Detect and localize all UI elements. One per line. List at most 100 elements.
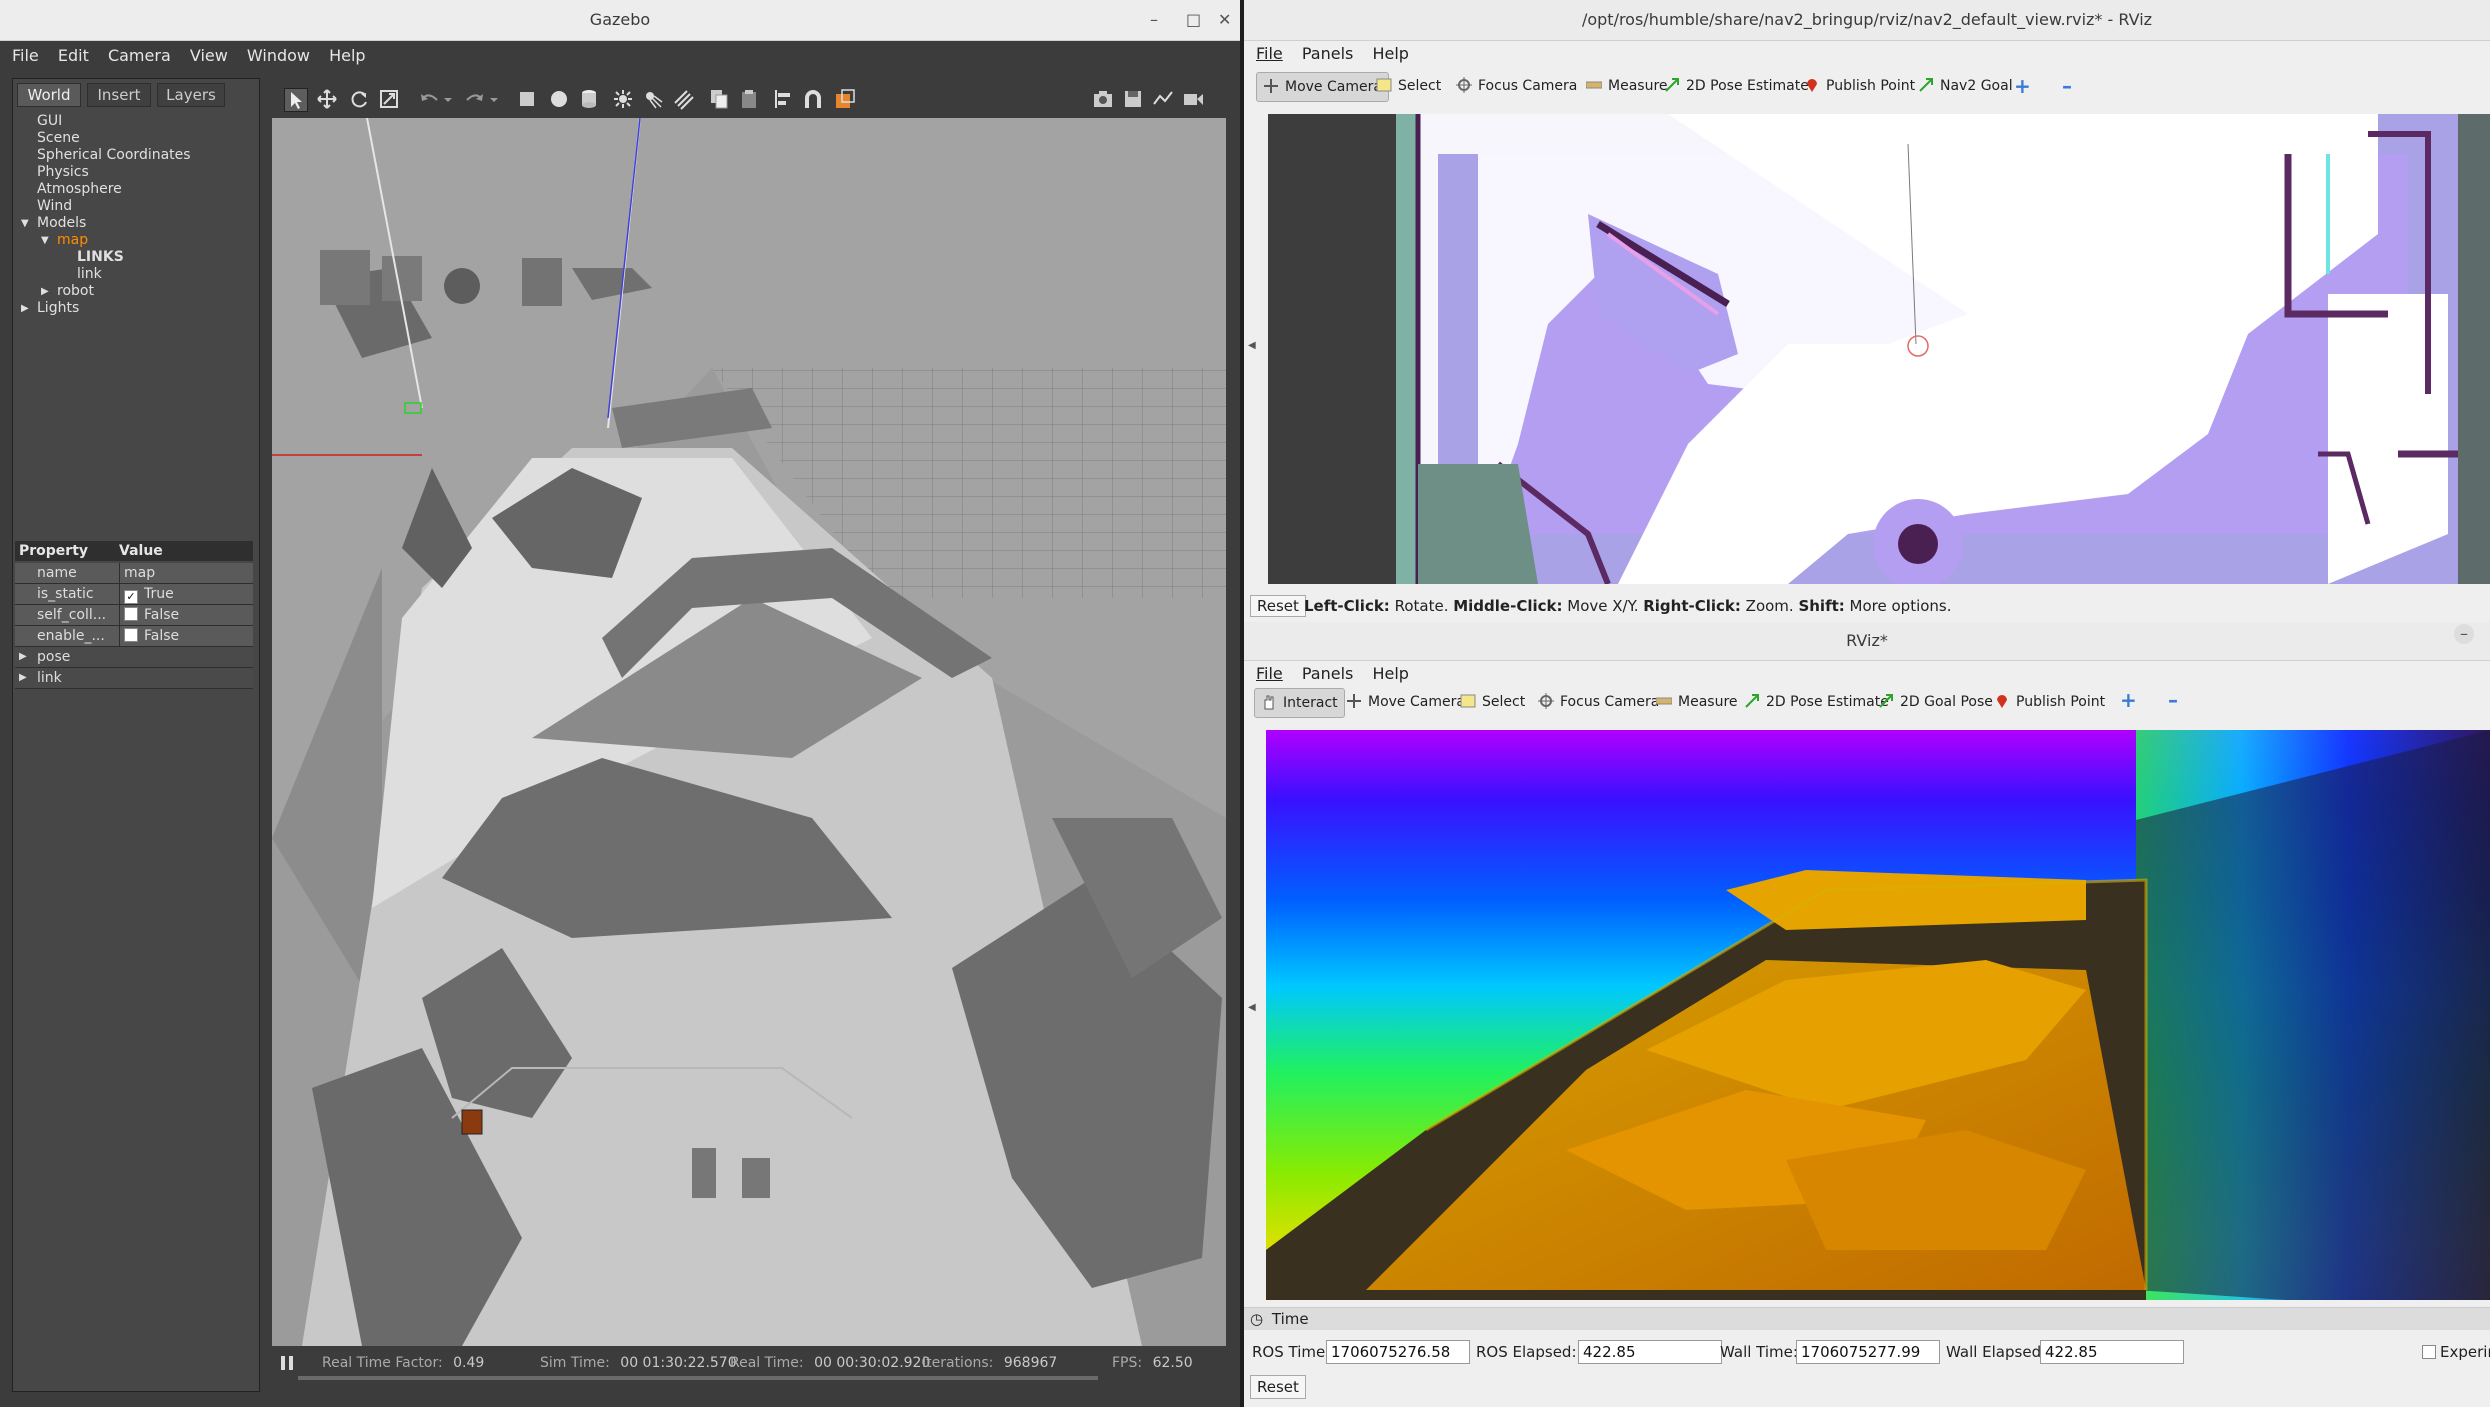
maximize-button[interactable]: □	[1186, 0, 1201, 40]
tree-item-links[interactable]: LINKS	[13, 249, 253, 266]
directional-light-icon[interactable]	[672, 88, 694, 110]
tree-item-link[interactable]: link	[13, 266, 253, 283]
copy-icon[interactable]	[708, 88, 730, 110]
property-value[interactable]: ✓ True	[119, 584, 174, 604]
expand-arrow-icon[interactable]: ▼	[21, 215, 29, 232]
tool-focus-camera[interactable]: Focus Camera	[1450, 72, 1583, 100]
collapse-left-arrow[interactable]: ◀	[1248, 340, 1256, 351]
remove-tool-icon[interactable]: –	[2168, 688, 2178, 712]
tool-select[interactable]: Select	[1370, 72, 1447, 100]
checkbox[interactable]	[124, 607, 138, 621]
property-value[interactable]: False	[119, 626, 179, 646]
tab-world[interactable]: World	[17, 83, 81, 107]
timeline-scrollbar[interactable]	[298, 1376, 1098, 1380]
translate-mode-icon[interactable]	[316, 88, 338, 110]
collapse-arrow-icon[interactable]: ▶	[41, 283, 49, 300]
property-row[interactable]: ▶ link	[15, 668, 253, 689]
property-value[interactable]: map	[119, 563, 155, 583]
add-tool-icon[interactable]: +	[2014, 74, 2031, 98]
minimize-button[interactable]: –	[2454, 624, 2474, 644]
add-tool-icon[interactable]: +	[2120, 688, 2137, 712]
tool-2d-goal-pose[interactable]: 2D Goal Pose	[1872, 688, 1999, 716]
collapse-arrow-icon[interactable]: ▶	[21, 300, 29, 317]
property-value[interactable]: False	[119, 605, 179, 625]
spot-light-icon[interactable]	[642, 88, 664, 110]
change-view-icon[interactable]	[834, 88, 856, 110]
menu-window[interactable]: Window	[247, 41, 310, 71]
menu-view[interactable]: View	[190, 41, 228, 71]
tree-item-scene[interactable]: Scene	[13, 130, 253, 147]
menu-file[interactable]: File	[1256, 40, 1283, 68]
video-record-icon[interactable]	[1182, 88, 1204, 110]
cylinder-shape-icon[interactable]	[578, 88, 600, 110]
tool-measure[interactable]: Measure	[1650, 688, 1744, 716]
gazebo-3d-scene[interactable]	[272, 117, 1226, 1346]
menu-file[interactable]: File	[12, 41, 39, 71]
screenshot-icon[interactable]	[1092, 88, 1114, 110]
plot-icon[interactable]	[1152, 88, 1174, 110]
scale-mode-icon[interactable]	[378, 88, 400, 110]
tab-insert[interactable]: Insert	[87, 83, 151, 107]
menu-edit[interactable]: Edit	[58, 41, 89, 71]
tree-item-gui[interactable]: GUI	[13, 113, 253, 130]
tab-layers[interactable]: Layers	[157, 83, 225, 107]
snap-icon[interactable]	[802, 88, 824, 110]
tree-item-lights[interactable]: ▶ Lights	[13, 300, 253, 317]
tool-interact[interactable]: Interact	[1254, 688, 1345, 718]
tool-focus-camera[interactable]: Focus Camera	[1532, 688, 1665, 716]
menu-camera[interactable]: Camera	[108, 41, 171, 71]
property-row[interactable]: name map	[15, 563, 253, 584]
tool-move-camera[interactable]: Move Camera	[1256, 72, 1389, 102]
rviz-pointcloud-3d-view[interactable]	[1266, 730, 2490, 1300]
remove-tool-icon[interactable]: –	[2062, 74, 2072, 98]
property-row[interactable]: self_coll... False	[15, 605, 253, 626]
tool-publish-point[interactable]: Publish Point	[1798, 72, 1921, 100]
menu-help[interactable]: Help	[1372, 40, 1408, 68]
minimize-button[interactable]: –	[1150, 0, 1158, 40]
wall-elapsed-field[interactable]: 422.85	[2040, 1340, 2184, 1364]
tree-item-models[interactable]: ▼ Models	[13, 215, 253, 232]
pause-button[interactable]	[278, 1354, 296, 1372]
menu-panels[interactable]: Panels	[1302, 40, 1354, 68]
reset-button[interactable]: Reset	[1250, 1375, 1306, 1399]
select-mode-icon[interactable]	[284, 88, 308, 112]
tree-item-atmosphere[interactable]: Atmosphere	[13, 181, 253, 198]
undo-history-icon[interactable]	[442, 88, 454, 110]
box-shape-icon[interactable]	[516, 88, 538, 110]
property-row[interactable]: enable_... False	[15, 626, 253, 647]
log-data-icon[interactable]	[1122, 88, 1144, 110]
expand-arrow-icon[interactable]: ▼	[41, 232, 49, 249]
tree-item-map[interactable]: ▼ map	[13, 232, 253, 249]
redo-icon[interactable]	[464, 88, 486, 110]
property-row[interactable]: is_static ✓ True	[15, 584, 253, 605]
rotate-mode-icon[interactable]	[348, 88, 370, 110]
align-icon[interactable]	[772, 88, 794, 110]
redo-history-icon[interactable]	[488, 88, 500, 110]
point-light-icon[interactable]	[612, 88, 634, 110]
collapse-left-arrow[interactable]: ◀	[1248, 1002, 1256, 1013]
experimental-checkbox[interactable]	[2422, 1345, 2436, 1359]
paste-icon[interactable]	[738, 88, 760, 110]
ros-elapsed-field[interactable]: 422.85	[1578, 1340, 1722, 1364]
checkbox[interactable]: ✓	[124, 590, 138, 604]
tool-nav2-goal[interactable]: Nav2 Goal	[1912, 72, 2019, 100]
undo-icon[interactable]	[418, 88, 440, 110]
rviz-nav2-3d-view[interactable]	[1268, 114, 2490, 584]
collapse-arrow-icon[interactable]: ▶	[19, 647, 27, 667]
tool-select[interactable]: Select	[1454, 688, 1531, 716]
tree-item-robot[interactable]: ▶ robot	[13, 283, 253, 300]
tool-move-camera[interactable]: Move Camera	[1340, 688, 1471, 716]
reset-button[interactable]: Reset	[1250, 595, 1306, 617]
tree-item-physics[interactable]: Physics	[13, 164, 253, 181]
ros-time-field[interactable]: 1706075276.58	[1326, 1340, 1470, 1364]
collapse-arrow-icon[interactable]: ▶	[19, 668, 27, 688]
property-row[interactable]: ▶ pose	[15, 647, 253, 668]
tree-item-wind[interactable]: Wind	[13, 198, 253, 215]
close-button[interactable]: ✕	[1218, 0, 1231, 40]
tool-2d-pose-estimate[interactable]: 2D Pose Estimate	[1658, 72, 1815, 100]
wall-time-field[interactable]: 1706075277.99	[1796, 1340, 1940, 1364]
checkbox[interactable]	[124, 628, 138, 642]
tree-item-spherical-coordinates[interactable]: Spherical Coordinates	[13, 147, 253, 164]
menu-help[interactable]: Help	[329, 41, 365, 71]
sphere-shape-icon[interactable]	[548, 88, 570, 110]
